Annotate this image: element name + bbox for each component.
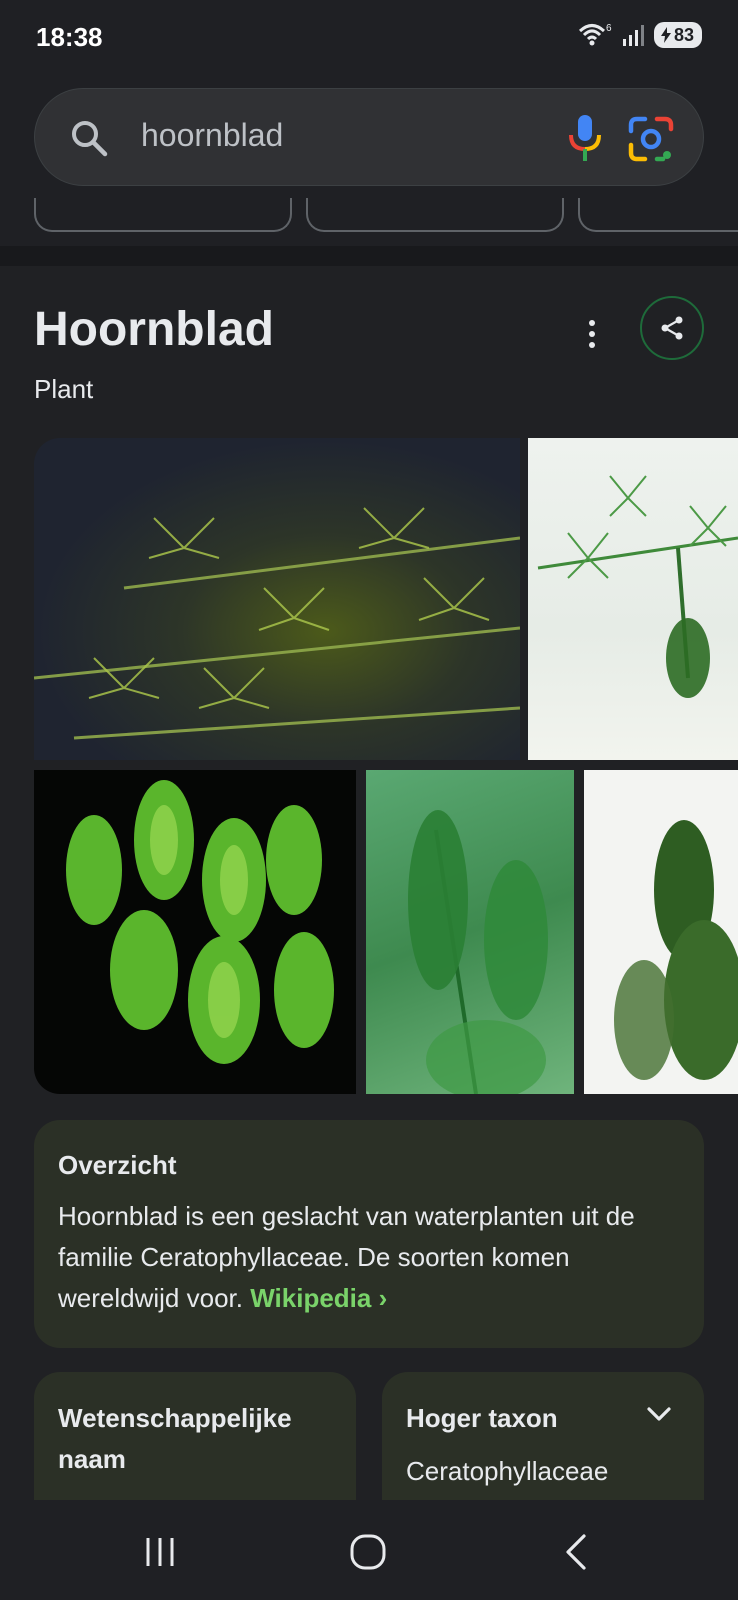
overview-text-block: Hoornblad is een geslacht van waterplant…	[58, 1196, 688, 1319]
chevron-down-icon[interactable]	[646, 1406, 672, 1424]
filter-chip[interactable]	[578, 198, 738, 232]
wikipedia-link[interactable]: Wikipedia ›	[250, 1283, 387, 1313]
signal-icon	[622, 25, 644, 46]
home-button[interactable]	[344, 1532, 392, 1572]
overview-heading: Overzicht	[58, 1150, 177, 1180]
plant-image-1[interactable]	[34, 438, 520, 760]
fact-card-scientific-name[interactable]: Wetenschappelijke naam	[34, 1372, 356, 1500]
svg-text:6: 6	[606, 23, 612, 34]
fact-label: Hoger taxon	[406, 1403, 558, 1433]
overview-card: Overzicht Hoornblad is een geslacht van …	[34, 1120, 704, 1348]
fact-card-higher-taxon[interactable]: Hoger taxon Ceratophyllaceae	[382, 1372, 704, 1500]
mic-icon[interactable]	[561, 113, 609, 163]
wikipedia-link-label: Wikipedia	[250, 1283, 372, 1313]
filter-chip[interactable]	[306, 198, 564, 232]
section-divider	[0, 246, 738, 266]
plant-image-4-art	[408, 810, 548, 1094]
status-time: 18:38	[36, 22, 103, 52]
plant-image-2-art	[537, 475, 738, 698]
battery-level: 83	[673, 24, 694, 45]
battery-indicator: 83	[653, 22, 702, 48]
search-header: hoornblad	[0, 76, 738, 246]
back-icon	[566, 1534, 586, 1570]
plant-image-3-art	[66, 780, 334, 1064]
knowledge-panel: Hoornblad Plant Overzicht Hoornblad is e…	[0, 266, 738, 1500]
plant-image-1-art	[34, 507, 520, 740]
plant-image-2[interactable]	[528, 438, 738, 760]
recent-apps-button[interactable]	[136, 1532, 184, 1572]
plant-image-5-art	[614, 820, 738, 1080]
chevron-right-icon: ›	[378, 1283, 388, 1313]
plant-image-5[interactable]	[584, 770, 738, 1094]
share-button[interactable]	[640, 296, 704, 360]
system-nav-bar	[0, 1500, 738, 1600]
lens-icon[interactable]	[627, 115, 675, 163]
share-icon	[661, 316, 683, 340]
status-bar: 18:38 6 83	[0, 0, 738, 76]
wifi-6-icon: 6	[578, 23, 612, 46]
back-button[interactable]	[552, 1532, 600, 1572]
fact-label: Wetenschappelijke naam	[58, 1403, 292, 1474]
status-icons: 6 83	[578, 22, 702, 48]
search-icon[interactable]	[69, 118, 109, 158]
recent-apps-icon	[146, 1538, 174, 1566]
filter-chip[interactable]	[34, 198, 292, 232]
search-input[interactable]: hoornblad	[141, 117, 283, 154]
battery-charging-icon	[660, 27, 671, 43]
search-box[interactable]: hoornblad	[34, 88, 704, 186]
page-title: Hoornblad	[34, 303, 274, 356]
home-icon	[350, 1534, 386, 1570]
fact-value: Ceratophyllaceae	[406, 1456, 609, 1486]
page-subtitle: Plant	[34, 374, 94, 404]
plant-image-3[interactable]	[34, 770, 356, 1094]
plant-image-4[interactable]	[366, 770, 574, 1094]
more-options-icon[interactable]	[580, 318, 604, 350]
